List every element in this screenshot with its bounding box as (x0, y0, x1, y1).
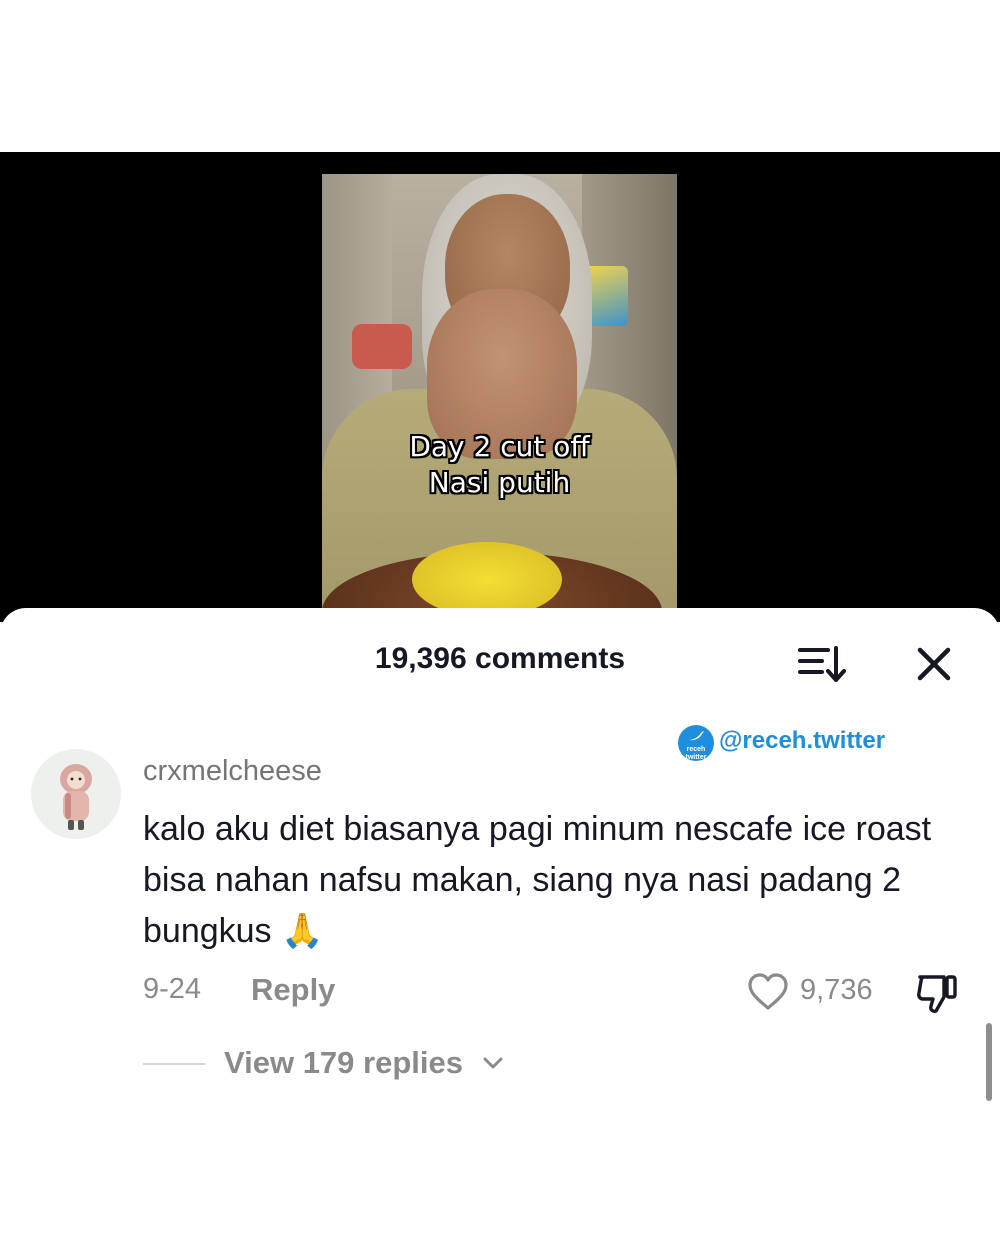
replies-divider (143, 1063, 205, 1065)
comment-username[interactable]: crxmelcheese (143, 755, 322, 788)
close-icon[interactable] (912, 642, 956, 686)
sort-icon[interactable] (798, 644, 846, 684)
video-caption-line2: Nasi putih (428, 466, 571, 499)
top-blank-area (0, 0, 1000, 152)
comments-sheet: 19,396 comments receh twitter @receh.twi… (0, 608, 1000, 1250)
chevron-down-icon[interactable] (482, 1055, 504, 1071)
avatar-figure-icon (60, 764, 92, 830)
comment-text: kalo aku diet biasanya pagi minum nescaf… (143, 810, 932, 950)
video-caption-line1: Day 2 cut off (409, 430, 590, 463)
avatar[interactable] (31, 749, 121, 839)
like-count: 9,736 (800, 974, 873, 1006)
heart-icon[interactable] (746, 972, 790, 1012)
video-frame[interactable]: Day 2 cut off Nasi putih (322, 174, 677, 622)
reply-button[interactable]: Reply (251, 972, 335, 1008)
watermark-handle: @receh.twitter (719, 727, 886, 754)
video-yellow-rice (412, 542, 562, 617)
view-replies-button[interactable]: View 179 replies (224, 1045, 463, 1081)
watermark-badge-text: receh twitter (685, 746, 707, 761)
video-player[interactable]: Day 2 cut off Nasi putih (0, 152, 1000, 622)
thumbs-down-icon[interactable] (914, 969, 960, 1017)
watermark-badge-icon: receh twitter (678, 725, 714, 761)
bird-icon (689, 731, 704, 741)
scrollbar[interactable] (986, 1023, 992, 1101)
video-red-object (352, 324, 412, 369)
comment-date: 9-24 (143, 973, 202, 1005)
comment-count-title: 19,396 comments (374, 642, 626, 675)
